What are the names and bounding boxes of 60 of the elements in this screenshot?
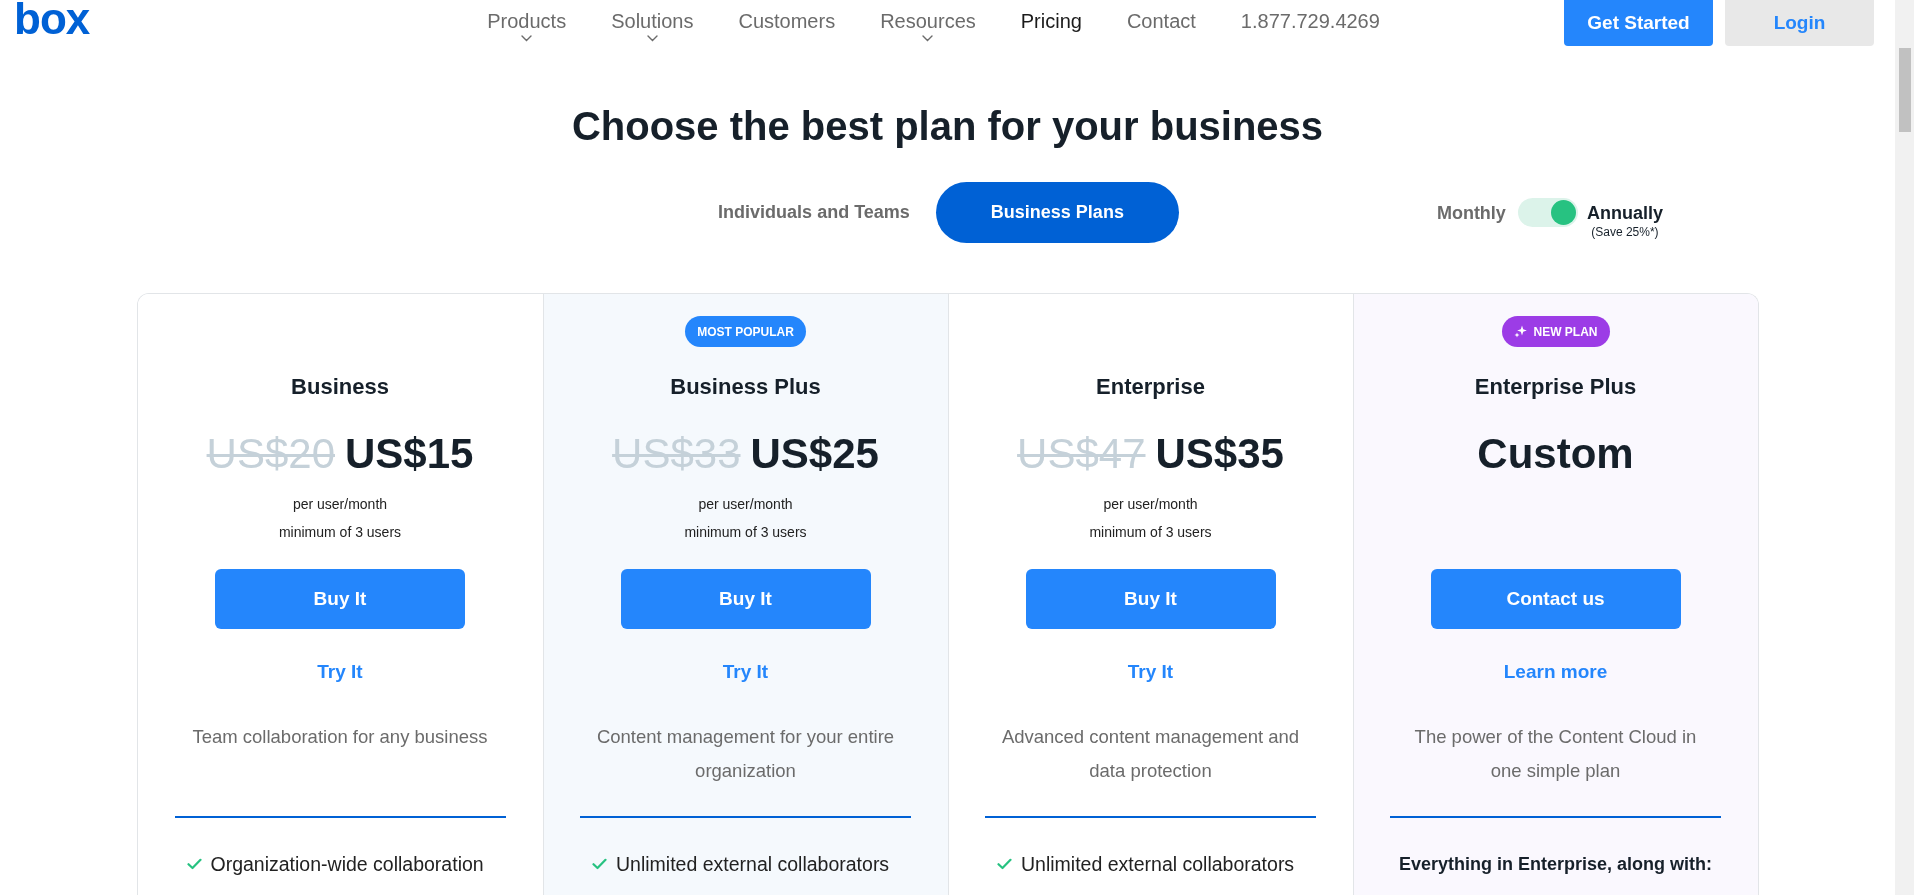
plan-tab[interactable]: Business Plans — [935, 182, 1179, 243]
plan-link[interactable]: Try It — [317, 660, 363, 684]
cta-button[interactable]: Contact us — [1430, 569, 1681, 629]
plan-price: US$25 — [750, 429, 879, 479]
plan-highlight-text: NEW PLAN — [1533, 324, 1598, 339]
check-icon — [997, 858, 1012, 870]
nav-link[interactable]: Pricing — [1020, 9, 1082, 33]
nav-link[interactable]: Customers — [738, 9, 836, 33]
chevron-down-icon — [646, 35, 658, 42]
feature-text: Unlimited external collaborators — [616, 852, 890, 877]
plan-badge: MOST POPULAR — [685, 316, 806, 347]
plan-price: US$15 — [345, 429, 474, 479]
billing-switch[interactable] — [1517, 198, 1578, 227]
plan-description: Team collaboration for any business — [191, 725, 489, 749]
price-note: minimum of 3 users — [1089, 523, 1212, 542]
scrollbar-thumb[interactable] — [1898, 48, 1911, 132]
price-note: per user/month — [1103, 495, 1198, 514]
nav-link[interactable]: 1.877.729.4269 — [1240, 9, 1380, 33]
scrollbar[interactable] — [1895, 0, 1914, 895]
savings-note: (Save 25%*) — [1591, 224, 1659, 239]
chevron-down-icon — [521, 35, 533, 42]
price-note: per user/month — [698, 495, 793, 514]
logo[interactable]: box — [14, 0, 90, 38]
login-button[interactable]: Login — [1725, 0, 1874, 46]
plan-price: Custom — [1477, 429, 1634, 479]
plan-tab[interactable]: Individuals and Teams — [716, 182, 912, 243]
feature-heading: Everything in Enterprise, along with: — [1398, 853, 1712, 876]
price-note: minimum of 3 users — [278, 523, 402, 542]
plan-description: Content management for your entire organization — [595, 725, 896, 783]
price-note: per user/month — [292, 495, 388, 514]
billing-option-label: Monthly — [1436, 201, 1506, 225]
feature-text: Unlimited external collaborators — [1021, 852, 1295, 877]
get-started-button[interactable]: Get Started — [1564, 0, 1713, 46]
plan-link[interactable]: Try It — [1127, 660, 1174, 684]
price-note: minimum of 3 users — [684, 523, 807, 542]
plan-name: Enterprise Plus — [1474, 373, 1637, 401]
plan-name: Business — [291, 373, 389, 401]
cta-button[interactable]: Buy It — [620, 569, 871, 629]
cta-button[interactable]: Buy It — [1025, 569, 1276, 629]
plan-link[interactable]: Learn more — [1503, 660, 1608, 684]
page-title: Choose the best plan for your business — [570, 103, 1325, 150]
nav-link[interactable]: Resources — [880, 9, 976, 42]
original-price: US$47 — [1017, 429, 1146, 479]
plan-price: US$35 — [1155, 429, 1284, 479]
billing-option-label: Annually — [1586, 201, 1663, 225]
plan-link[interactable]: Try It — [722, 660, 769, 684]
nav-link[interactable]: Products — [487, 9, 567, 42]
check-icon — [186, 858, 202, 870]
sparkle-icon — [1513, 325, 1527, 338]
check-icon — [592, 858, 607, 870]
plan-description: The power of the Content Cloud in one simple plan — [1413, 725, 1698, 783]
cta-button[interactable]: Buy It — [215, 569, 465, 629]
nav-link[interactable]: Contact — [1126, 9, 1196, 33]
plan-name: Business Plus — [670, 373, 821, 401]
chevron-down-icon — [922, 35, 934, 42]
plan-name: Enterprise — [1096, 373, 1205, 401]
nav-link[interactable]: Solutions — [611, 9, 694, 42]
original-price: US$20 — [206, 429, 335, 479]
plan-description: Advanced content management and data protection — [1000, 725, 1301, 783]
feature-text: Organization-wide collaboration — [210, 852, 484, 877]
